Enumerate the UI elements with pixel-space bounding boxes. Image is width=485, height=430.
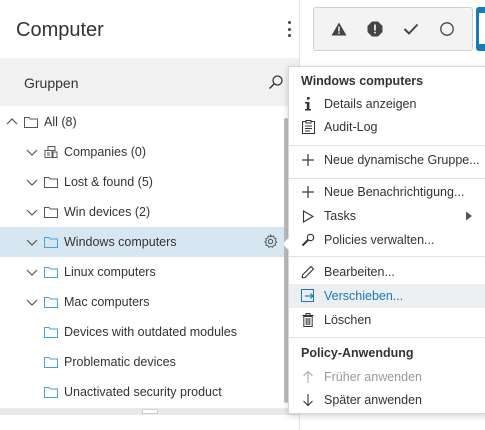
play-outline-icon — [301, 209, 315, 223]
alert-circle-icon — [367, 21, 383, 37]
context-menu: Windows computers Details anzeigen Audit… — [282, 66, 485, 414]
clipboard-icon — [301, 120, 315, 134]
tree-item-problematic-devices[interactable]: Problematic devices — [0, 347, 287, 377]
chevron-down-icon[interactable] — [26, 236, 38, 248]
trash-icon — [301, 313, 315, 327]
unknown-filter-button[interactable] — [436, 18, 458, 40]
tree-item-win-devices[interactable]: Win devices (2) — [0, 197, 287, 227]
smart-folder-icon — [44, 357, 58, 368]
page-title: Computer — [16, 19, 104, 41]
checkmark-icon — [403, 23, 419, 35]
tree-item-label: Mac computers — [64, 295, 150, 309]
menu-item-edit[interactable]: Bearbeiten... — [289, 260, 485, 284]
tree-item-outdated-modules[interactable]: Devices with outdated modules — [0, 317, 287, 347]
menu-item-label: Früher anwenden — [324, 370, 422, 384]
groups-panel: Computer Gruppen All (8) Companies (0) L… — [0, 0, 300, 430]
plus-icon — [301, 185, 315, 199]
menu-item-move[interactable]: Verschieben... — [289, 284, 485, 308]
menu-separator — [289, 337, 485, 338]
chevron-down-icon[interactable] — [26, 146, 38, 158]
plus-icon — [301, 153, 315, 167]
tree-item-all[interactable]: All (8) — [0, 107, 287, 137]
menu-item-delete[interactable]: Löschen — [289, 308, 485, 332]
smart-folder-icon — [44, 387, 58, 398]
tree-item-label: All (8) — [44, 115, 77, 129]
menu-item-manage-policies[interactable]: Policies verwalten... — [289, 228, 485, 252]
tree-item-companies[interactable]: Companies (0) — [0, 137, 287, 167]
menu-header: Windows computers — [301, 74, 424, 88]
chevron-up-icon[interactable] — [6, 116, 18, 128]
warning-filter-button[interactable] — [328, 18, 350, 40]
chevron-down-icon[interactable] — [26, 296, 38, 308]
menu-item-label: Audit-Log — [324, 120, 378, 134]
folder-icon — [44, 207, 58, 218]
tree-item-label: Windows computers — [64, 235, 177, 249]
tree-item-label: Devices with outdated modules — [64, 325, 238, 339]
smart-folder-icon — [44, 327, 58, 338]
menu-item-label: Details anzeigen — [324, 97, 417, 111]
move-icon — [301, 289, 315, 303]
menu-item-label: Neue dynamische Gruppe... — [324, 153, 480, 167]
menu-separator — [289, 256, 485, 257]
menu-item-label: Neue Benachrichtigung... — [324, 185, 465, 199]
menu-item-label: Bearbeiten... — [324, 265, 395, 279]
smart-folder-icon — [44, 237, 58, 248]
folder-icon — [44, 177, 58, 188]
tree-item-windows-computers[interactable]: Windows computers — [0, 227, 287, 257]
menu-item-label: Löschen — [324, 313, 372, 327]
groups-label: Gruppen — [24, 75, 79, 91]
pencil-icon — [301, 265, 315, 279]
circle-outline-icon — [440, 22, 454, 36]
tree-item-lost-found[interactable]: Lost & found (5) — [0, 167, 287, 197]
folder-icon — [24, 117, 38, 128]
tree-item-mac-computers[interactable]: Mac computers — [0, 287, 287, 317]
menu-separator — [289, 145, 485, 146]
gear-icon[interactable] — [263, 234, 278, 249]
arrow-up-icon — [301, 370, 315, 384]
menu-item-audit-log[interactable]: Audit-Log — [289, 115, 485, 139]
arrow-down-icon — [301, 393, 315, 407]
chevron-down-icon[interactable] — [26, 206, 38, 218]
chevron-down-icon[interactable] — [26, 266, 38, 278]
tree-item-linux-computers[interactable]: Linux computers — [0, 257, 287, 287]
menu-item-apply-later[interactable]: Später anwenden — [289, 388, 485, 412]
menu-item-apply-earlier[interactable]: Früher anwenden — [289, 365, 485, 389]
smart-folder-icon — [44, 267, 58, 278]
tree-item-label: Win devices (2) — [64, 205, 151, 219]
search-icon[interactable] — [268, 74, 284, 90]
tree-item-label: Linux computers — [64, 265, 156, 279]
menu-item-label: Später anwenden — [324, 393, 422, 407]
chevron-down-icon[interactable] — [26, 176, 38, 188]
tree-item-label: Problematic devices — [64, 355, 176, 369]
info-icon — [301, 97, 315, 111]
menu-item-new-dynamic-group[interactable]: Neue dynamische Gruppe... — [289, 148, 485, 172]
wrench-icon — [301, 233, 315, 247]
menu-item-tasks[interactable]: Tasks — [289, 204, 485, 228]
tree-item-label: Unactivated security product — [64, 385, 222, 399]
menu-separator — [289, 178, 485, 179]
smart-folder-icon — [44, 297, 58, 308]
menu-item-label: Verschieben... — [324, 289, 404, 303]
status-filter-toolbar — [313, 7, 473, 51]
submenu-arrow-icon — [466, 211, 472, 221]
companies-icon — [44, 146, 58, 158]
more-options-icon[interactable] — [283, 18, 295, 40]
tree-item-label: Lost & found (5) — [64, 175, 153, 189]
scrollbar-grip[interactable] — [142, 409, 158, 414]
tree-item-unactivated-security[interactable]: Unactivated security product — [0, 377, 287, 407]
alert-filter-button[interactable] — [364, 18, 386, 40]
menu-caret — [282, 237, 289, 251]
menu-item-new-notification[interactable]: Neue Benachrichtigung... — [289, 180, 485, 204]
groups-header: Gruppen — [0, 58, 299, 106]
menu-item-label: Policies verwalten... — [324, 233, 435, 247]
toolbar-blue-button[interactable] — [476, 7, 485, 51]
warning-triangle-icon — [331, 22, 347, 36]
ok-filter-button[interactable] — [400, 18, 422, 40]
horizontal-scrollbar[interactable] — [0, 408, 299, 415]
tree-item-label: Companies (0) — [64, 145, 146, 159]
policy-section-header: Policy-Anwendung — [301, 346, 414, 360]
menu-item-label: Tasks — [324, 209, 356, 223]
menu-item-details[interactable]: Details anzeigen — [289, 92, 485, 116]
